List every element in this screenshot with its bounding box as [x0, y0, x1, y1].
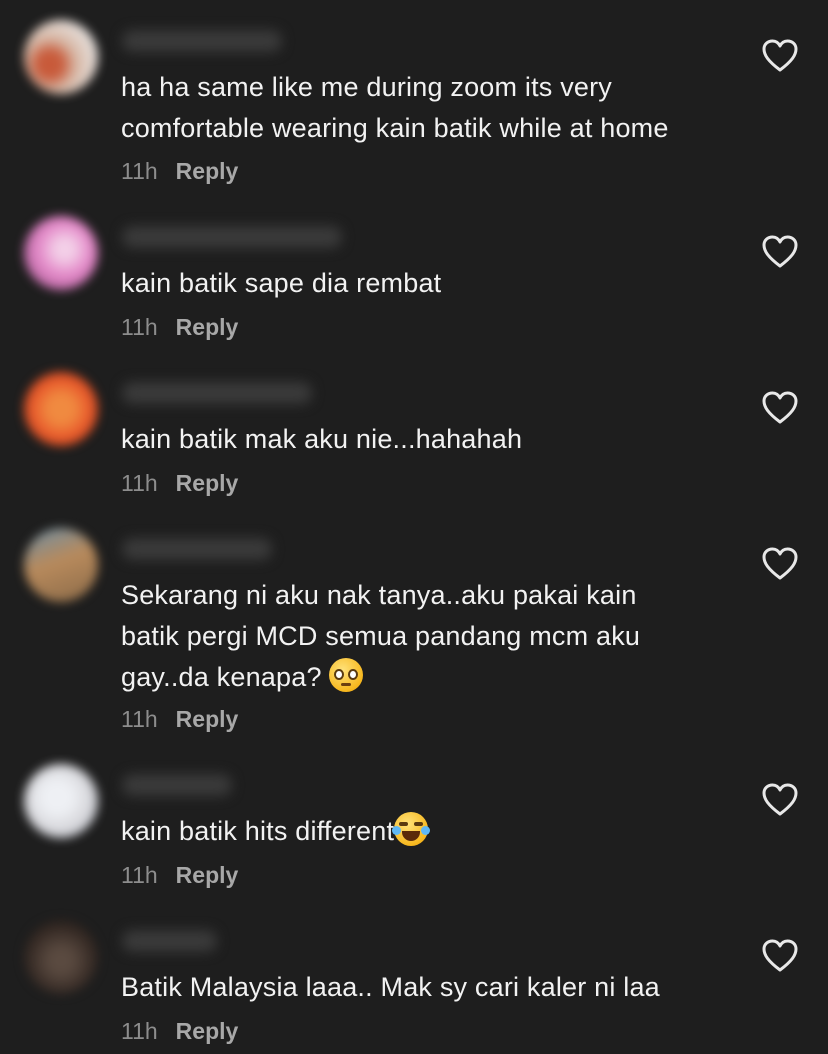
comment-text: Batik Malaysia laaa.. Mak sy cari kaler … — [121, 972, 660, 1002]
like-icon[interactable] — [762, 235, 798, 269]
like-icon[interactable] — [762, 547, 798, 581]
comment-text-content: kain batik hits different — [121, 816, 395, 846]
like-icon[interactable] — [762, 783, 798, 817]
username-blurred[interactable] — [122, 930, 217, 952]
avatar[interactable] — [24, 216, 98, 290]
timestamp: 11h — [121, 706, 158, 732]
laughing-tears-emoji — [392, 812, 431, 846]
username-blurred[interactable] — [122, 30, 282, 52]
timestamp: 11h — [121, 862, 158, 888]
reply-button[interactable]: Reply — [176, 1018, 239, 1044]
comment-text: kain batik mak aku nie...hahahah — [121, 424, 523, 454]
comment-meta: 11h Reply — [121, 470, 238, 497]
username-blurred[interactable] — [122, 382, 312, 404]
timestamp: 11h — [121, 158, 158, 184]
avatar[interactable] — [24, 920, 98, 994]
comment-meta: 11h Reply — [121, 1018, 238, 1045]
like-icon[interactable] — [762, 391, 798, 425]
comment-text: ha ha same like me during zoom its very … — [121, 72, 669, 143]
reply-button[interactable]: Reply — [176, 706, 239, 732]
timestamp: 11h — [121, 1018, 158, 1044]
username-blurred[interactable] — [122, 774, 232, 796]
comment-meta: 11h Reply — [121, 862, 238, 889]
comment-text-content: Sekarang ni aku nak tanya..aku pakai kai… — [121, 580, 641, 692]
avatar[interactable] — [24, 372, 98, 446]
comment-list: ha ha same like me during zoom its very … — [0, 0, 828, 1054]
reply-button[interactable]: Reply — [176, 862, 239, 888]
like-icon[interactable] — [762, 939, 798, 973]
comment-text: kain batik hits different — [121, 811, 731, 852]
comment-meta: 11h Reply — [121, 314, 238, 341]
reply-button[interactable]: Reply — [176, 158, 239, 184]
comment-meta: 11h Reply — [121, 706, 238, 733]
timestamp: 11h — [121, 470, 158, 496]
avatar[interactable] — [24, 764, 98, 838]
comment-text: kain batik sape dia rembat — [121, 268, 442, 298]
avatar[interactable] — [24, 20, 98, 94]
username-blurred[interactable] — [122, 226, 342, 248]
reply-button[interactable]: Reply — [176, 314, 239, 340]
comment-text: Sekarang ni aku nak tanya..aku pakai kai… — [121, 575, 731, 698]
timestamp: 11h — [121, 314, 158, 340]
reply-button[interactable]: Reply — [176, 470, 239, 496]
comment-meta: 11h Reply — [121, 158, 238, 185]
avatar[interactable] — [24, 528, 98, 602]
pleading-face-emoji — [329, 658, 364, 692]
username-blurred[interactable] — [122, 538, 272, 560]
like-icon[interactable] — [762, 39, 798, 73]
